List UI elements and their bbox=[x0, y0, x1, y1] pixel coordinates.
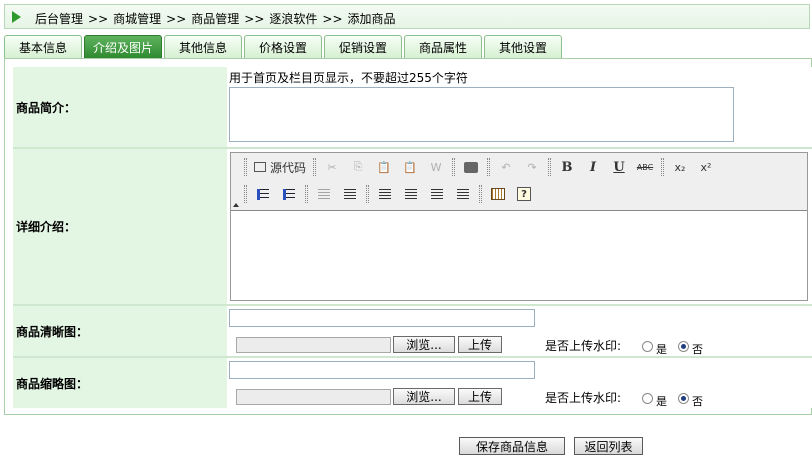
detail-label: 详细介绍： bbox=[13, 149, 227, 304]
thumb-image-watermark-yes-radio[interactable] bbox=[642, 393, 653, 404]
toolbar-grip bbox=[661, 158, 665, 176]
breadcrumb-separator: >> bbox=[166, 12, 187, 26]
toolbar-grip bbox=[452, 158, 456, 176]
bold-icon[interactable]: B bbox=[555, 156, 579, 178]
breadcrumb-item-products[interactable]: 商品管理 bbox=[191, 12, 239, 26]
save-product-button[interactable]: 保存商品信息 bbox=[459, 437, 565, 455]
source-code-label: 源代码 bbox=[270, 160, 307, 175]
clear-image-browse-button[interactable]: 浏览... bbox=[393, 336, 455, 353]
clear-image-watermark-label: 是否上传水印: bbox=[545, 339, 622, 353]
indent-icon[interactable] bbox=[338, 183, 362, 205]
copy-icon[interactable]: ⎘ bbox=[346, 156, 370, 178]
redo-icon[interactable]: ↷ bbox=[520, 156, 544, 178]
rich-text-editor: 源代码 ✂ ⎘ 📋 📋 W ↶ ↷ B I U ABC x₂ x² ? bbox=[230, 152, 808, 301]
clear-image-watermark-yes-radio[interactable] bbox=[642, 341, 653, 352]
thumb-image-row: 商品缩略图： 浏览... 上传 是否上传水印: 是 否 bbox=[13, 358, 812, 408]
cut-icon[interactable]: ✂ bbox=[320, 156, 344, 178]
thumb-image-upload-button[interactable]: 上传 bbox=[458, 388, 502, 405]
paste-icon[interactable]: 📋 bbox=[372, 156, 396, 178]
breadcrumb: 后台管理 >> 商城管理 >> 商品管理 >> 逐浪软件 >> 添加商品 bbox=[4, 4, 810, 29]
detail-row: 详细介绍： 源代码 ✂ ⎘ 📋 📋 W ↶ ↷ B I U ABC x₂ x² … bbox=[13, 149, 812, 304]
intro-row: 商品简介： 用于首页及栏目页显示，不要超过255个字符 bbox=[13, 67, 812, 147]
align-left-icon[interactable] bbox=[373, 183, 397, 205]
tab-other-info[interactable]: 其他信息 bbox=[164, 35, 242, 58]
clear-image-url-input[interactable] bbox=[229, 309, 535, 327]
print-icon[interactable] bbox=[459, 156, 483, 178]
subscript-icon[interactable]: x₂ bbox=[668, 156, 692, 178]
editor-toolbar-row-1: 源代码 ✂ ⎘ 📋 📋 W ↶ ↷ B I U ABC x₂ x² bbox=[241, 155, 719, 179]
editor-content-area[interactable] bbox=[231, 210, 807, 300]
editor-toolbar-row-2: ? bbox=[241, 182, 537, 206]
bulleted-list-icon[interactable] bbox=[277, 183, 301, 205]
clear-image-row: 商品清晰图： 浏览... 上传 是否上传水印: 是 否 bbox=[13, 306, 812, 356]
strikethrough-icon[interactable]: ABC bbox=[633, 156, 657, 178]
intro-hint: 用于首页及栏目页显示，不要超过255个字符 bbox=[229, 71, 468, 85]
tab-bar: 基本信息 介绍及图片 其他信息 价格设置 促销设置 商品属性 其他设置 bbox=[4, 35, 564, 58]
play-arrow-icon bbox=[12, 11, 21, 23]
breadcrumb-item-admin[interactable]: 后台管理 bbox=[35, 12, 83, 26]
toolbar-grip bbox=[366, 185, 369, 203]
breadcrumb-separator: >> bbox=[322, 12, 343, 26]
breadcrumb-separator: >> bbox=[244, 12, 265, 26]
form-panel: 商品简介： 用于首页及栏目页显示，不要超过255个字符 详细介绍： 源代码 ✂ … bbox=[4, 58, 812, 415]
collapse-toolbar-icon[interactable] bbox=[233, 203, 239, 207]
paste-text-icon[interactable]: 📋 bbox=[398, 156, 422, 178]
breadcrumb-item-zoomla[interactable]: 逐浪软件 bbox=[269, 12, 317, 26]
thumb-image-watermark-no-radio[interactable] bbox=[678, 393, 689, 404]
thumb-image-watermark-label: 是否上传水印: bbox=[545, 391, 622, 405]
numbered-list-icon[interactable] bbox=[251, 183, 275, 205]
toolbar-grip bbox=[313, 158, 317, 176]
toolbar-grip bbox=[479, 185, 482, 203]
superscript-icon[interactable]: x² bbox=[694, 156, 718, 178]
thumb-image-watermark-yes-label: 是 bbox=[656, 395, 667, 408]
tab-promotion-settings[interactable]: 促销设置 bbox=[324, 35, 402, 58]
underline-icon[interactable]: U bbox=[607, 156, 631, 178]
align-right-icon[interactable] bbox=[425, 183, 449, 205]
table-icon[interactable] bbox=[486, 183, 510, 205]
document-icon bbox=[254, 162, 266, 172]
intro-label: 商品简介： bbox=[13, 67, 227, 147]
thumb-image-label: 商品缩略图： bbox=[13, 358, 227, 408]
clear-image-label: 商品清晰图： bbox=[13, 306, 227, 356]
tab-basic-info[interactable]: 基本信息 bbox=[4, 35, 82, 58]
thumb-image-browse-button[interactable]: 浏览... bbox=[393, 388, 455, 405]
intro-textarea[interactable] bbox=[229, 87, 734, 142]
source-code-button[interactable]: 源代码 bbox=[250, 156, 310, 178]
toolbar-grip bbox=[548, 158, 552, 176]
help-icon[interactable]: ? bbox=[512, 183, 536, 205]
toolbar-grip bbox=[244, 158, 247, 176]
align-justify-icon[interactable] bbox=[451, 183, 475, 205]
clear-image-upload-button[interactable]: 上传 bbox=[458, 336, 502, 353]
tab-price-settings[interactable]: 价格设置 bbox=[244, 35, 322, 58]
toolbar-grip bbox=[305, 185, 308, 203]
clear-image-watermark-yes-label: 是 bbox=[656, 343, 667, 356]
paste-word-icon[interactable]: W bbox=[424, 156, 448, 178]
thumb-image-file-input[interactable] bbox=[236, 389, 391, 405]
thumb-image-url-input[interactable] bbox=[229, 361, 535, 379]
breadcrumb-separator: >> bbox=[88, 12, 109, 26]
clear-image-watermark-no-radio[interactable] bbox=[678, 341, 689, 352]
back-to-list-button[interactable]: 返回列表 bbox=[574, 437, 643, 455]
tab-other-settings[interactable]: 其他设置 bbox=[484, 35, 562, 58]
tab-product-attributes[interactable]: 商品属性 bbox=[404, 35, 482, 58]
breadcrumb-item-add-product: 添加商品 bbox=[347, 12, 396, 26]
toolbar-grip bbox=[244, 185, 247, 203]
italic-icon[interactable]: I bbox=[581, 156, 605, 178]
outdent-icon[interactable] bbox=[312, 183, 336, 205]
thumb-image-watermark-no-label: 否 bbox=[692, 395, 703, 408]
tab-intro-images[interactable]: 介绍及图片 bbox=[84, 35, 162, 58]
toolbar-grip bbox=[487, 158, 491, 176]
align-center-icon[interactable] bbox=[399, 183, 423, 205]
clear-image-file-input[interactable] bbox=[236, 337, 391, 353]
breadcrumb-item-mall[interactable]: 商城管理 bbox=[113, 12, 161, 26]
clear-image-watermark-no-label: 否 bbox=[692, 343, 703, 356]
undo-icon[interactable]: ↶ bbox=[494, 156, 518, 178]
